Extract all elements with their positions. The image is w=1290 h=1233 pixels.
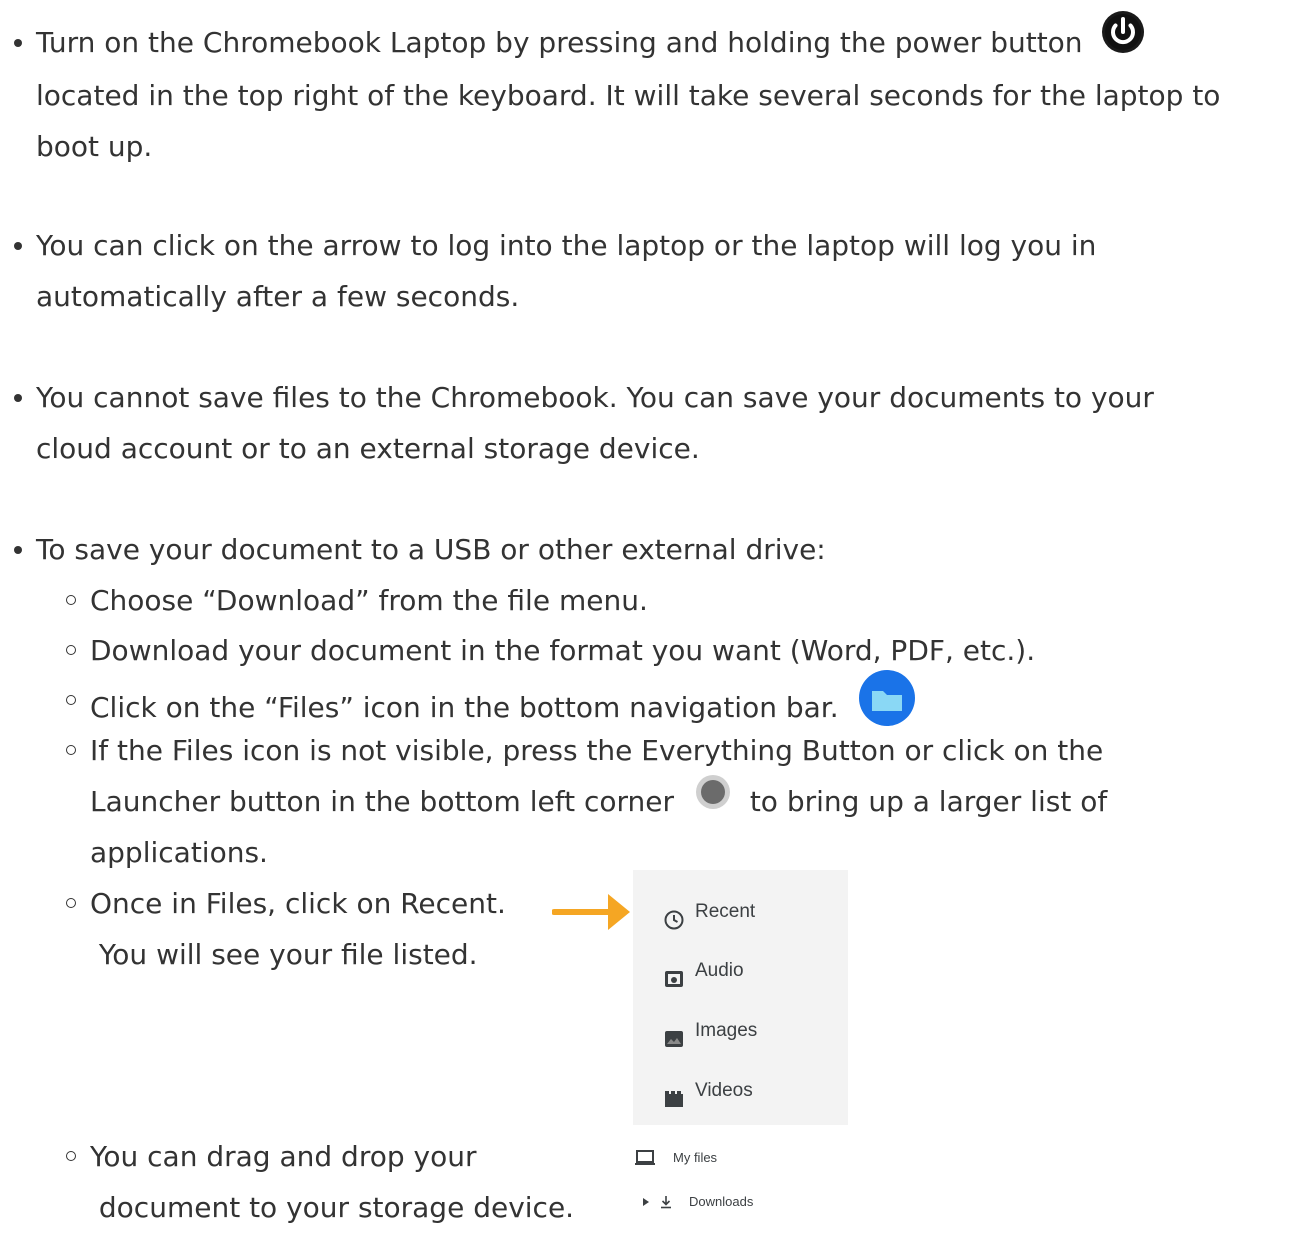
subitem-5-line-2: You will see your file listed. [90,938,478,971]
subitem-drag-drop: You can drag and drop your document to y… [65,1131,575,1233]
clock-icon [663,900,685,930]
files-item-videos-label: Videos [695,1079,753,1101]
files-item-audio-label: Audio [695,959,744,981]
download-icon [659,1195,673,1209]
files-item-videos[interactable]: Videos [663,1075,753,1107]
subitem-6-line-1: You can drag and drop your [90,1140,477,1173]
bullet-2-line-2: automatically after a few seconds. [36,280,520,313]
bullet-1-line-2: located in the top right of the keyboard… [36,79,1221,112]
bullet-login: You can click on the arrow to log into t… [13,220,1097,322]
laptop-icon [635,1149,655,1166]
expand-arrow-icon [643,1197,649,1206]
video-icon [663,1079,685,1107]
subitem-download: Choose “Download” from the file menu. [66,575,648,626]
subitem-4-line-2-trailing: to bring up a larger list of [749,785,1108,818]
files-item-recent[interactable]: Recent [663,896,755,930]
power-button-icon [1101,10,1145,70]
bullet-save-files: You cannot save files to the Chromebook.… [14,372,1154,474]
subitem-4-line-2: Launcher button in the bottom left corne… [90,785,675,818]
files-tree-downloads-label: Downloads [689,1194,754,1209]
document-page: Turn on the Chromebook Laptop by pressin… [0,0,1290,1224]
bullet-2-line-1: You can click on the arrow to log into t… [36,229,1097,262]
files-tree-downloads[interactable]: Downloads [643,1176,753,1227]
subitem-5-line-1: Once in Files, click on Recent. [90,887,506,920]
subitem-6-line-2: document to your storage device. [90,1191,575,1224]
subitem-4-line-3: applications. [90,836,268,869]
launcher-icon [695,774,731,826]
subitem-4-line-1: If the Files icon is not visible, press … [90,734,1104,767]
subitem-3-line-1: Click on the “Files” icon in the bottom … [90,691,839,724]
files-item-audio[interactable]: Audio [663,955,744,987]
bullet-4-line-1: To save your document to a USB or other … [36,533,826,566]
audio-folder-icon [663,959,685,987]
bullet-3-line-1: You cannot save files to the Chromebook.… [36,381,1154,414]
bullet-save-usb: To save your document to a USB or other … [14,524,826,575]
files-item-images[interactable]: Images [663,1015,757,1047]
bullet-3-line-2: cloud account or to an external storage … [36,432,700,465]
subitem-launcher: If the Files icon is not visible, press … [65,725,1108,878]
subitem-recent: Once in Files, click on Recent. You will… [66,878,506,980]
orange-arrow-icon [551,890,632,952]
files-item-recent-label: Recent [695,900,756,922]
bullet-1-line-1: Turn on the Chromebook Laptop by pressin… [36,26,1083,59]
bullet-power-on: Turn on the Chromebook Laptop by pressin… [13,11,1221,172]
files-item-images-label: Images [695,1019,758,1041]
image-icon [663,1019,685,1047]
subitem-1-line-1: Choose “Download” from the file menu. [90,584,648,617]
bullet-1-line-3: boot up. [36,130,153,163]
files-panel: Recent Audio Images Videos My files Down… [633,870,848,1224]
